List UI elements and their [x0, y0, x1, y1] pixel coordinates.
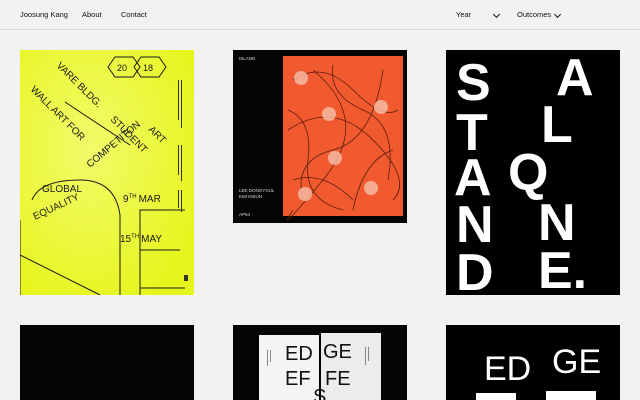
edges-book-image: ED GE EF FE S	[233, 325, 407, 400]
work-tile-island-typography[interactable]: S A T L A Q N N D E.	[446, 50, 620, 295]
island-type-poster: S A T L A Q N N D E.	[446, 50, 620, 295]
island-poster: ISLAND LEE DONGYOUL KIM KIEUN AP64	[233, 50, 407, 223]
edges-letters-ed: ED	[285, 343, 313, 365]
poster-date2-num: 15	[120, 234, 132, 245]
island-name-1: LEE DONGYOUL	[239, 188, 275, 193]
work-tile-wall-art[interactable]: WALL ART FOR VARE BLDG. STUDENT ART COMP…	[20, 50, 194, 295]
edges-black-ed: ED	[484, 350, 531, 388]
edges-letters-fe: FE	[325, 368, 351, 390]
year-filter[interactable]: Year	[456, 10, 471, 20]
edges-black-ge: GE	[552, 343, 601, 381]
nav-about[interactable]: About	[82, 10, 102, 20]
edges-letters-ge: GE	[323, 341, 352, 363]
type-letter-d: D	[456, 244, 494, 295]
edges-letters-ef: EF	[285, 368, 311, 390]
island-name-2: KIM KIEUN	[239, 194, 262, 199]
poster-date2-month: MAY	[141, 234, 162, 245]
work-tile-edges-book[interactable]: ED GE EF FE S	[233, 325, 407, 400]
edges-poster-image: ED GE	[446, 325, 620, 400]
poster-date2-sup: TH	[131, 234, 139, 240]
svg-text:15THMAY: 15TH MAY	[120, 234, 162, 245]
top-bar: Joosung Kang About Contact Year Outcomes	[0, 0, 640, 30]
poster-date1-month: MAR	[139, 194, 161, 205]
outcomes-chevron-down-icon[interactable]	[553, 10, 562, 19]
brand-link[interactable]: Joosung Kang	[20, 10, 68, 20]
wall-art-poster: WALL ART FOR VARE BLDG. STUDENT ART COMP…	[20, 50, 194, 295]
poster-year-20: 20	[117, 63, 127, 73]
work-tile-edges-poster[interactable]: ED GE	[446, 325, 620, 400]
island-code: AP64	[239, 212, 251, 217]
nav-contact[interactable]: Contact	[121, 10, 147, 20]
work-tile-island[interactable]: ISLAND LEE DONGYOUL KIM KIEUN AP64	[233, 50, 407, 223]
work-tile-black[interactable]	[20, 325, 194, 400]
year-chevron-down-icon[interactable]	[492, 10, 501, 19]
edges-letters-s: S	[313, 386, 326, 400]
type-letter-e: E.	[538, 242, 587, 295]
outcomes-filter[interactable]: Outcomes	[517, 10, 551, 20]
poster-date1-sup: TH	[129, 194, 137, 200]
poster-year-18: 18	[143, 63, 153, 73]
island-title: ISLAND	[239, 56, 256, 61]
